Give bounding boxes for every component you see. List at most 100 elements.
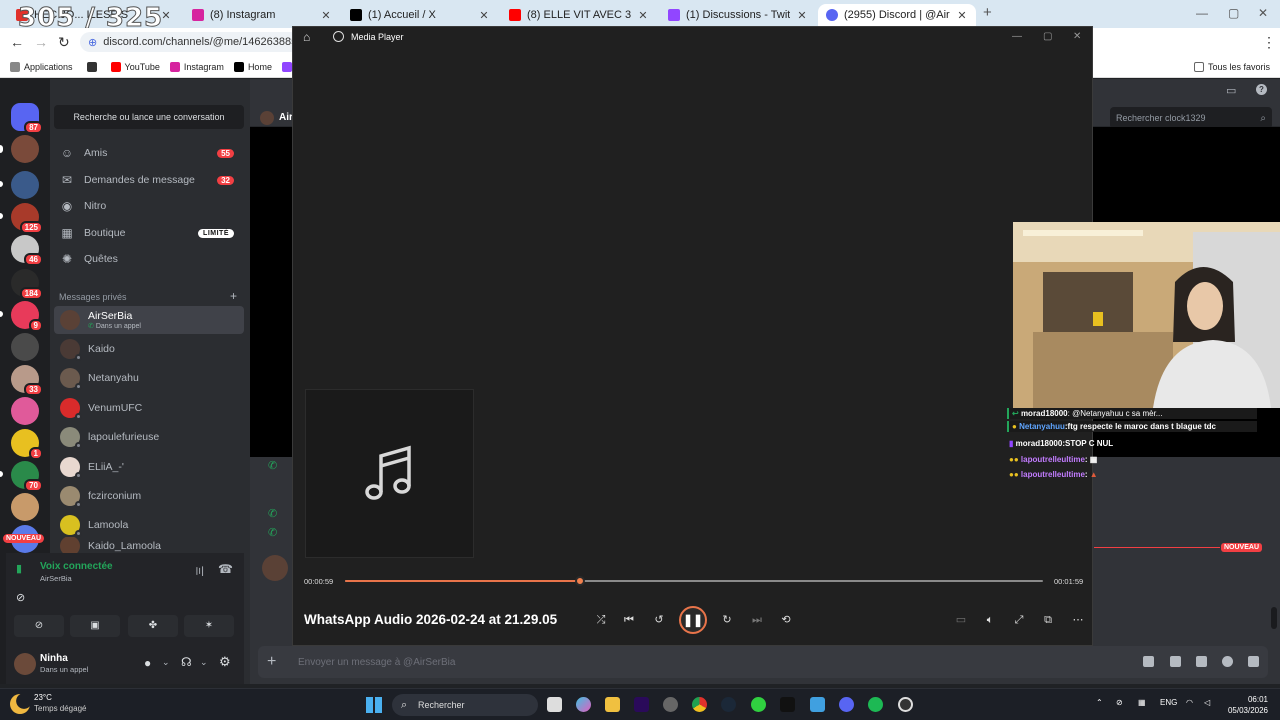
soundboard-button[interactable]: ✶	[184, 615, 234, 637]
rewind-10-icon[interactable]: ↺	[651, 612, 667, 628]
bookmark-grid[interactable]	[86, 61, 97, 72]
back-icon[interactable]: ←	[10, 34, 24, 50]
language-indicator[interactable]: ENG	[1160, 698, 1177, 707]
all-bookmarks[interactable]: Tous les favoris	[1193, 61, 1270, 72]
app-icon[interactable]	[663, 697, 678, 712]
fullscreen-icon[interactable]: ⤢	[1011, 612, 1027, 628]
disconnect-icon[interactable]: ☎	[218, 562, 233, 576]
shuffle-icon[interactable]: ⤮	[593, 612, 609, 628]
seek-handle[interactable]	[574, 576, 585, 586]
menu-icon[interactable]: ⋮	[1262, 34, 1276, 51]
maximize-icon[interactable]: ▢	[1043, 31, 1052, 42]
taskbar-search[interactable]: ⌕ Rechercher	[392, 694, 538, 716]
apps-icon[interactable]	[1248, 656, 1259, 667]
gif-icon[interactable]	[1170, 656, 1181, 667]
close-icon[interactable]: ✕	[320, 9, 332, 22]
server-icon[interactable]	[11, 135, 39, 163]
nav-shop[interactable]: ▦ Boutique LIMITÉ	[54, 221, 244, 245]
close-window-icon[interactable]: ✕	[1258, 6, 1268, 20]
app-icon[interactable]	[810, 697, 825, 712]
chevron-down-icon[interactable]: ⌄	[162, 657, 170, 668]
close-icon[interactable]: ✕	[637, 9, 649, 22]
steam-icon[interactable]	[721, 697, 736, 712]
chevron-down-icon[interactable]: ⌄	[200, 657, 208, 668]
dm-item[interactable]: Kaido	[54, 335, 244, 363]
weather-moon-icon[interactable]	[10, 694, 30, 714]
add-attachment-icon[interactable]: +	[267, 653, 276, 671]
browser-tab-active[interactable]: (2955) Discord | @AirSerBia ✕	[818, 4, 976, 26]
dm-item[interactable]: Netanyahu	[54, 364, 244, 392]
soundboard-icon[interactable]: 〣	[194, 563, 205, 579]
server-icon[interactable]: 184	[11, 269, 43, 300]
sticker-icon[interactable]	[1196, 656, 1207, 667]
camera-off-button[interactable]: ⊘	[14, 615, 64, 637]
captions-icon[interactable]: ▭	[953, 612, 969, 628]
server-icon[interactable]	[11, 397, 39, 425]
nav-message-requests[interactable]: ✉ Demandes de message 32	[54, 168, 244, 192]
tray-icon[interactable]: ▦	[1138, 698, 1146, 707]
task-view-icon[interactable]	[547, 697, 562, 712]
microphone-icon[interactable]: ●	[144, 656, 151, 670]
close-icon[interactable]: ✕	[1073, 31, 1081, 42]
server-icon[interactable]: 9	[11, 301, 43, 332]
address-bar[interactable]: ⊕ discord.com/channels/@me/1462638856422…	[80, 32, 328, 52]
maximize-icon[interactable]: ▢	[1228, 6, 1239, 20]
premiere-icon[interactable]	[634, 697, 649, 712]
previous-icon[interactable]: ⏮	[621, 612, 637, 628]
discord-home-button[interactable]: 87	[11, 103, 43, 134]
server-icon[interactable]	[11, 171, 39, 199]
chevron-up-icon[interactable]: ⌃	[1096, 698, 1103, 707]
browser-tab[interactable]: (1) Discussions - Twitch ✕	[660, 4, 816, 26]
more-options-icon[interactable]: ⋯	[1070, 612, 1086, 628]
file-explorer-icon[interactable]	[605, 697, 620, 712]
tray-icon[interactable]: ⊘	[1116, 698, 1123, 707]
system-clock[interactable]: 06:01 05/03/2026	[1228, 694, 1268, 716]
bookmark-instagram[interactable]: Instagram	[169, 61, 224, 72]
site-info-icon[interactable]: ⊕	[88, 36, 97, 49]
spotify-icon[interactable]	[868, 697, 883, 712]
close-icon[interactable]: ✕	[796, 9, 808, 22]
wifi-icon[interactable]: ◠	[1186, 698, 1193, 707]
bookmark-youtube[interactable]: YouTube	[110, 61, 160, 72]
server-icon[interactable]: 125	[11, 203, 43, 234]
bookmark-x[interactable]: Home	[233, 61, 272, 72]
scrollbar-thumb[interactable]	[1271, 607, 1277, 629]
gear-icon[interactable]: ⚙	[219, 654, 231, 670]
repeat-off-icon[interactable]: ⟲	[778, 612, 794, 628]
home-icon[interactable]: ⌂	[303, 30, 310, 44]
mini-player-icon[interactable]: ⧉	[1040, 612, 1056, 628]
dm-item[interactable]: lapoulefurieuse	[54, 423, 244, 451]
server-icon[interactable]	[11, 493, 39, 521]
dm-item[interactable]: fczirconium	[54, 482, 244, 510]
browser-tab[interactable]: (8) Instagram ✕	[184, 4, 340, 26]
nav-quests[interactable]: ✺ Quêtes	[54, 247, 244, 271]
forward-30-icon[interactable]: ↻	[719, 612, 735, 628]
message-input[interactable]: Envoyer un message à @AirSerBia	[258, 646, 1268, 678]
avatar[interactable]	[14, 653, 36, 675]
help-icon[interactable]: ?	[1256, 84, 1267, 95]
next-icon[interactable]: ⏭	[749, 612, 765, 628]
tiktok-icon[interactable]	[780, 697, 795, 712]
server-icon[interactable]	[11, 333, 39, 361]
gift-icon[interactable]	[1143, 656, 1154, 667]
nav-nitro[interactable]: ◉ Nitro	[54, 194, 244, 218]
screen-share-button[interactable]: ▣	[70, 615, 120, 637]
headset-icon[interactable]: ☊	[181, 655, 192, 669]
dm-item-airserbia[interactable]: AirSerBia ✆ Dans un appel	[54, 306, 244, 334]
emoji-icon[interactable]	[1222, 656, 1233, 667]
noise-suppression-icon[interactable]: ⊘	[16, 591, 25, 604]
dm-item[interactable]: Lamoola	[54, 511, 244, 539]
browser-tab[interactable]: (8) ELLE VIT AVEC 30 IDENTITÉS ✕	[501, 4, 657, 26]
speaker-icon[interactable]: ◁	[1204, 698, 1210, 707]
new-tab-button[interactable]: +	[983, 4, 992, 21]
close-icon[interactable]: ✕	[478, 9, 490, 22]
pause-button[interactable]: ❚❚	[679, 606, 707, 634]
inbox-icon[interactable]: ▭	[1226, 84, 1236, 97]
bookmark-apps[interactable]: Applications	[10, 61, 73, 72]
start-windows-icon[interactable]	[366, 697, 382, 713]
activities-button[interactable]: ✤	[128, 615, 178, 637]
chat-search-input[interactable]: Rechercher clock1329 ⌕	[1110, 107, 1272, 129]
reload-icon[interactable]: ↻	[58, 34, 70, 51]
create-dm-icon[interactable]: +	[230, 289, 237, 303]
minimize-icon[interactable]: —	[1012, 31, 1022, 42]
